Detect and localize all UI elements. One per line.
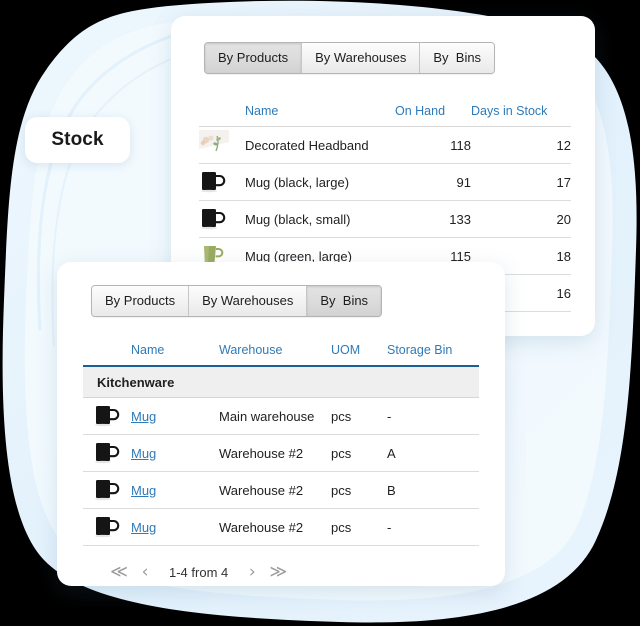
column-header-warehouse[interactable]: Warehouse <box>219 343 331 366</box>
back-panel-tabs[interactable]: By Products By Warehouses By Bins <box>204 42 496 74</box>
tab-by-bins[interactable]: By Bins <box>420 43 495 73</box>
group-header-row[interactable]: Kitchenware <box>83 366 479 398</box>
row-warehouse: Warehouse #2 <box>219 434 331 472</box>
black-mug-icon <box>199 167 229 195</box>
front-panel-tab-row: By Products By Warehouses By Bins <box>57 262 505 317</box>
pagination-bar: ≪ ‹ 1-4 from 4 › ≫ <box>83 546 479 584</box>
first-page-button[interactable]: ≪ <box>107 560 131 584</box>
column-header-days-in-stock[interactable]: Days in Stock <box>471 104 571 127</box>
table-header-row: Name On Hand Days in Stock <box>199 104 571 127</box>
black-mug-icon <box>93 512 123 540</box>
row-days-in-stock: 17 <box>471 163 571 201</box>
row-name-cell: Mug <box>131 471 219 509</box>
stock-badge: Stock <box>25 117 130 163</box>
table-row[interactable]: Mug (black, large) 91 17 <box>199 163 571 201</box>
column-header-uom[interactable]: UOM <box>331 343 387 366</box>
screenshot-root: Stock By Products By Warehouses By Bins <box>0 0 640 626</box>
row-storage-bin: - <box>387 397 479 435</box>
column-header-storage-bin[interactable]: Storage Bin <box>387 343 479 366</box>
tab-by-warehouses[interactable]: By Warehouses <box>189 286 308 316</box>
row-days-in-stock: 20 <box>471 200 571 238</box>
back-panel-tab-row: By Products By Warehouses By Bins <box>171 16 595 74</box>
row-on-hand: 118 <box>395 126 471 164</box>
row-thumbnail-cell <box>83 471 131 509</box>
last-page-button[interactable]: ≫ <box>266 560 290 584</box>
pagination-range-label: 1-4 from 4 <box>169 564 229 580</box>
row-uom: pcs <box>331 397 387 435</box>
row-on-hand: 91 <box>395 163 471 201</box>
stock-by-bins-panel: By Products By Warehouses By Bins Name W… <box>57 262 505 586</box>
product-link[interactable]: Mug <box>131 446 156 461</box>
product-link[interactable]: Mug <box>131 483 156 498</box>
tab-by-products[interactable]: By Products <box>92 286 190 316</box>
front-panel-tabs[interactable]: By Products By Warehouses By Bins <box>91 285 383 317</box>
row-warehouse: Warehouse #2 <box>219 471 331 509</box>
front-panel-body: Name Warehouse UOM Storage Bin Kitchenwa… <box>57 317 505 584</box>
row-thumbnail-cell <box>199 126 245 164</box>
black-mug-icon <box>93 438 123 466</box>
tab-by-warehouses[interactable]: By Warehouses <box>302 43 421 73</box>
row-thumbnail-cell <box>83 434 131 472</box>
table-row[interactable]: Decorated Headband 118 12 <box>199 126 571 164</box>
column-header-on-hand[interactable]: On Hand <box>395 104 471 127</box>
row-uom: pcs <box>331 471 387 509</box>
table-row[interactable]: Mug Warehouse #2 pcs - <box>83 508 479 546</box>
table-row[interactable]: Mug Warehouse #2 pcs A <box>83 434 479 472</box>
product-link[interactable]: Mug <box>131 409 156 424</box>
black-mug-icon <box>93 475 123 503</box>
column-header-thumbnail <box>83 343 131 366</box>
row-storage-bin: A <box>387 434 479 472</box>
row-storage-bin: - <box>387 508 479 546</box>
table-row[interactable]: Mug (black, small) 133 20 <box>199 200 571 238</box>
next-page-button[interactable]: › <box>240 560 264 584</box>
stock-by-bins-table: Name Warehouse UOM Storage Bin Kitchenwa… <box>83 343 479 546</box>
row-days-in-stock: 12 <box>471 126 571 164</box>
black-mug-icon <box>93 401 123 429</box>
row-name-cell: Mug <box>131 397 219 435</box>
row-name-cell: Mug <box>131 434 219 472</box>
row-warehouse: Main warehouse <box>219 397 331 435</box>
table-header-row: Name Warehouse UOM Storage Bin <box>83 343 479 366</box>
row-name: Mug (black, large) <box>245 163 395 201</box>
column-header-thumbnail <box>199 104 245 127</box>
table-row[interactable]: Mug Main warehouse pcs - <box>83 397 479 435</box>
headband-thumbnail <box>199 129 229 158</box>
tab-by-products[interactable]: By Products <box>205 43 303 73</box>
row-thumbnail-cell <box>199 200 245 238</box>
row-thumbnail-cell <box>83 508 131 546</box>
previous-page-button[interactable]: ‹ <box>133 560 157 584</box>
row-name-cell: Mug <box>131 508 219 546</box>
row-thumbnail-cell <box>83 397 131 435</box>
column-header-name[interactable]: Name <box>245 104 395 127</box>
row-warehouse: Warehouse #2 <box>219 508 331 546</box>
table-row[interactable]: Mug Warehouse #2 pcs B <box>83 471 479 509</box>
row-uom: pcs <box>331 508 387 546</box>
row-storage-bin: B <box>387 471 479 509</box>
row-on-hand: 133 <box>395 200 471 238</box>
stock-badge-label: Stock <box>51 129 104 150</box>
row-uom: pcs <box>331 434 387 472</box>
tab-by-bins[interactable]: By Bins <box>307 286 382 316</box>
group-label: Kitchenware <box>83 366 479 398</box>
row-thumbnail-cell <box>199 163 245 201</box>
row-name: Mug (black, small) <box>245 200 395 238</box>
row-name: Decorated Headband <box>245 126 395 164</box>
black-mug-icon <box>199 204 229 232</box>
column-header-name[interactable]: Name <box>131 343 219 366</box>
product-link[interactable]: Mug <box>131 520 156 535</box>
